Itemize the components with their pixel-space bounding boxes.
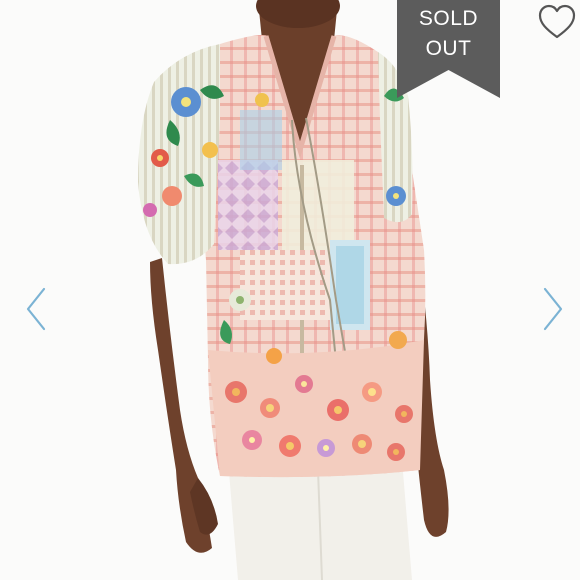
status-badge-line2: OUT — [425, 37, 472, 60]
product-photo-viewer: SOLD OUT — [0, 0, 580, 580]
previous-image-button[interactable] — [22, 285, 50, 333]
chevron-right-icon — [543, 287, 563, 331]
status-badge: SOLD OUT — [397, 4, 500, 64]
status-badge-line1: SOLD — [418, 7, 479, 30]
like-button[interactable] — [534, 0, 580, 46]
next-image-button[interactable] — [539, 285, 567, 333]
heart-outline-icon — [538, 4, 576, 39]
chevron-left-icon — [26, 287, 46, 331]
